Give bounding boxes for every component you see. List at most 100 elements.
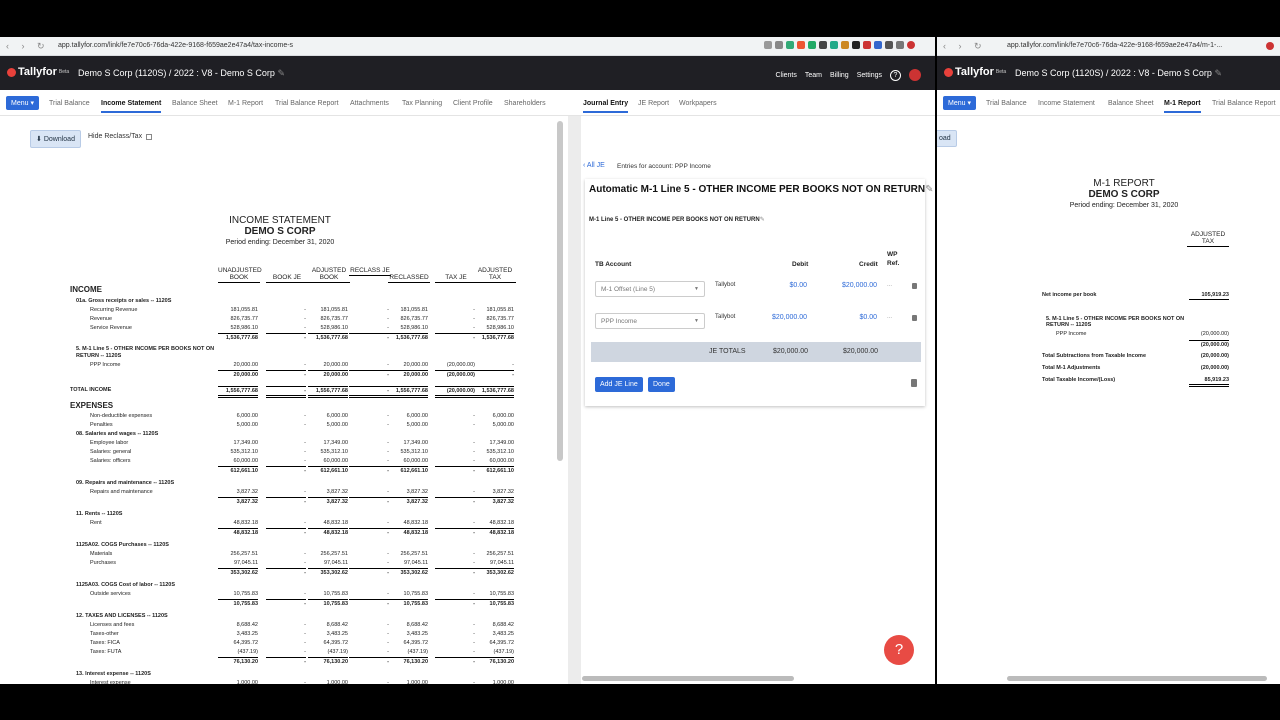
cell-value[interactable]: 10,755.83 <box>474 599 514 608</box>
help-chat-button[interactable]: ? <box>884 635 914 665</box>
cell-value[interactable]: 826,735.77 <box>308 315 348 323</box>
cell-value[interactable]: 10,755.83 <box>218 599 258 608</box>
cell-value[interactable]: 20,000.00 <box>308 361 348 369</box>
cell-value[interactable]: - <box>349 315 389 323</box>
cell-value[interactable]: - <box>349 466 389 475</box>
browser-nav-icons[interactable]: ‹ › ↻ <box>943 41 987 51</box>
hide-reclass-toggle[interactable]: Hide Reclass/Tax <box>88 133 153 140</box>
cell-value[interactable]: 76,130.20 <box>474 657 514 666</box>
cell-value[interactable]: 1,000.00 <box>308 679 348 684</box>
delete-je-icon[interactable] <box>911 379 917 387</box>
table-row[interactable]: Salaries: general 535,312.10-535,312.10-5… <box>74 448 514 456</box>
menu-button[interactable]: Menu ▾ <box>6 96 39 110</box>
cell-value[interactable]: - <box>435 550 475 558</box>
cell-value[interactable]: 353,302.62 <box>218 568 258 577</box>
tab-trial-balance-report[interactable]: Trial Balance Report <box>1212 100 1276 107</box>
nav-billing[interactable]: Billing <box>830 72 849 79</box>
cell-value[interactable]: - <box>266 324 306 332</box>
table-row[interactable]: Taxes: FICA 64,395.72-64,395.72-64,395.72… <box>74 639 514 647</box>
cell-value[interactable]: - <box>435 412 475 420</box>
address-bar[interactable]: app.tallyfor.com/link/fe7e70c6-76da-422e… <box>1007 42 1222 49</box>
cell-value[interactable]: - <box>435 621 475 629</box>
cell-value[interactable]: 826,735.77 <box>388 315 428 323</box>
cell-value[interactable]: 97,045.11 <box>474 559 514 567</box>
tab-m1-report[interactable]: M-1 Report <box>1164 100 1201 113</box>
tab-trial-balance-report[interactable]: Trial Balance Report <box>275 100 339 107</box>
cell-value[interactable]: - <box>266 639 306 647</box>
cell-value[interactable]: 20,000.00 <box>218 361 258 369</box>
cell-value[interactable]: 8,688.42 <box>308 621 348 629</box>
cell-value[interactable]: - <box>349 639 389 647</box>
tallyfor-logo[interactable]: Tallyfor Beta <box>7 66 69 78</box>
done-button[interactable]: Done <box>648 377 675 392</box>
table-row[interactable]: Taxes: FUTA (437.19) - (437.19) - (437.19) - (4… <box>74 648 514 656</box>
cell-value[interactable]: 256,257.51 <box>218 550 258 558</box>
cell-value[interactable]: - <box>266 361 306 369</box>
cell-value[interactable]: 97,045.11 <box>308 559 348 567</box>
cell-value[interactable]: 10,755.83 <box>308 599 348 608</box>
cell-value[interactable]: 3,827.32 <box>218 488 258 496</box>
cell-value[interactable]: 5,000.00 <box>308 421 348 429</box>
cell-value[interactable]: - <box>435 439 475 447</box>
cell-value[interactable]: - <box>266 528 306 537</box>
cell-value[interactable]: 3,483.25 <box>474 630 514 638</box>
cell-value[interactable]: - <box>266 370 306 379</box>
edit-pencil-icon[interactable]: ✎ <box>760 217 765 223</box>
cell-value[interactable]: 1,000.00 <box>218 679 258 684</box>
cell-value[interactable]: 256,257.51 <box>474 550 514 558</box>
cell-value[interactable]: - <box>435 648 475 656</box>
cell-value[interactable]: 181,055.81 <box>308 306 348 314</box>
cell-value[interactable]: 1,000.00 <box>388 679 428 684</box>
cell-value[interactable]: - <box>266 630 306 638</box>
cell-value[interactable]: 10,755.83 <box>388 590 428 598</box>
wp-ref-link[interactable]: ... <box>887 282 892 288</box>
cell-value[interactable]: 528,986.10 <box>218 324 258 332</box>
table-row[interactable]: Rent 48,832.18-48,832.18-48,832.18-48,832… <box>74 519 514 527</box>
cell-value[interactable]: 3,827.32 <box>388 497 428 506</box>
cell-value[interactable]: 256,257.51 <box>308 550 348 558</box>
cell-value[interactable]: - <box>349 599 389 608</box>
cell-value[interactable]: (20,000.00) <box>435 370 475 379</box>
cell-value[interactable]: 48,832.18 <box>474 528 514 537</box>
cell-value[interactable]: (20,000.00) <box>1189 364 1229 372</box>
tab-journal-entry[interactable]: Journal Entry <box>583 100 629 113</box>
cell-value[interactable]: - <box>349 448 389 456</box>
cell-value[interactable]: 85,919.23 <box>1189 376 1229 387</box>
tab-workpapers[interactable]: Workpapers <box>679 100 717 107</box>
cell-value[interactable]: 6,000.00 <box>218 412 258 420</box>
cell-value[interactable]: (437.19) <box>218 648 259 656</box>
cell-value[interactable]: - <box>266 412 306 420</box>
cell-value[interactable]: 48,832.18 <box>474 519 514 527</box>
cell-value[interactable]: - <box>266 590 306 598</box>
cell-value[interactable]: - <box>349 590 389 598</box>
cell-value[interactable]: - <box>266 497 306 506</box>
delete-line-icon[interactable] <box>912 283 917 289</box>
cell-value[interactable]: 20,000.00 <box>308 370 348 379</box>
cell-value[interactable]: - <box>435 679 475 684</box>
cell-value[interactable]: 48,832.18 <box>308 519 348 527</box>
tab-shareholders[interactable]: Shareholders <box>504 100 546 107</box>
cell-value[interactable]: 48,832.18 <box>218 528 258 537</box>
cell-value[interactable]: - <box>349 679 389 684</box>
browser-nav-icons[interactable]: ‹ › ↻ <box>6 41 50 51</box>
cell-value[interactable]: 6,000.00 <box>308 412 348 420</box>
cell-value[interactable]: 535,312.10 <box>474 448 514 456</box>
table-row[interactable]: PPP Income (20,000.00) <box>1042 330 1232 338</box>
back-to-all-je[interactable]: ‹ All JE <box>583 162 605 169</box>
credit-amount[interactable]: $0.00 <box>837 314 877 321</box>
table-row[interactable]: Non-deductible expenses 6,000.00-6,000.00… <box>74 412 514 420</box>
cell-value[interactable]: - <box>474 370 514 379</box>
cell-value[interactable]: - <box>266 306 306 314</box>
cell-value[interactable]: - <box>435 457 475 465</box>
cell-value[interactable]: 1,000.00 <box>474 679 514 684</box>
cell-value[interactable]: 5,000.00 <box>474 421 514 429</box>
cell-value[interactable]: 10,755.83 <box>218 590 258 598</box>
cell-value[interactable]: 181,055.81 <box>388 306 428 314</box>
table-row[interactable]: Employee labor 17,349.00-17,349.00-17,349… <box>74 439 514 447</box>
cell-value[interactable]: - <box>266 333 306 342</box>
cell-value[interactable]: 528,986.10 <box>308 324 348 332</box>
cell-value[interactable]: 17,349.00 <box>218 439 258 447</box>
cell-value[interactable]: 256,257.51 <box>388 550 428 558</box>
cell-value[interactable]: - <box>349 412 389 420</box>
cell-value[interactable]: 20,000.00 <box>218 370 258 379</box>
